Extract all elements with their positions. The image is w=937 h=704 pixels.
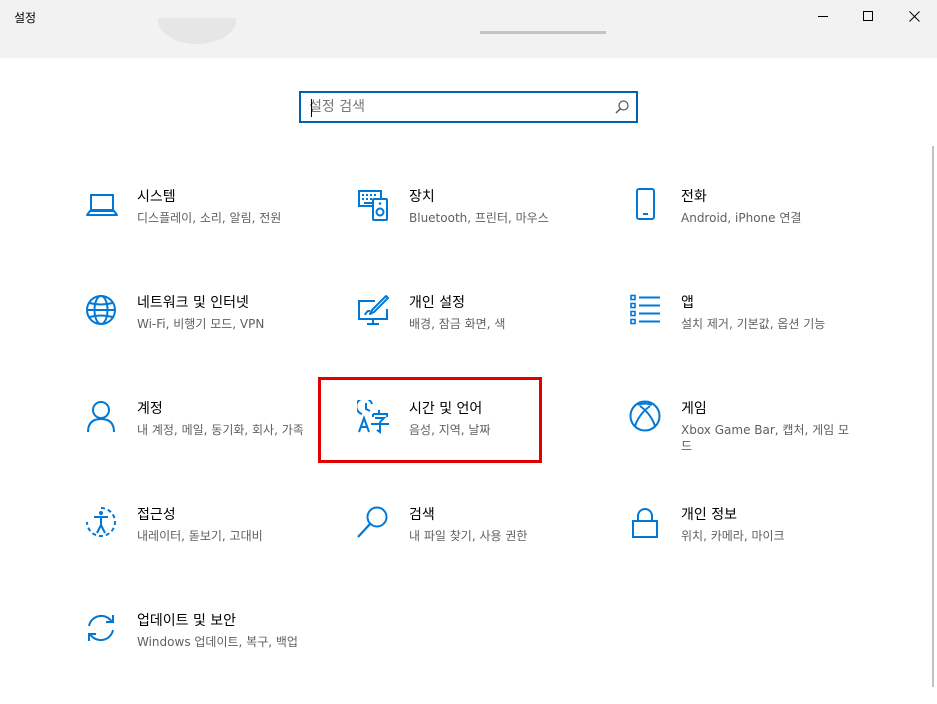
tile-title: 업데이트 및 보안 (137, 613, 237, 629)
tile-title: 접근성 (137, 507, 176, 523)
minimize-icon (817, 15, 828, 17)
time-language-icon (357, 400, 389, 434)
search-input[interactable] (309, 97, 609, 117)
settings-window: 설정 시스템 디스플레이, 소리, 알림, 전원 (0, 0, 937, 704)
tile-phone[interactable]: 전화 Android, iPhone 연결 (629, 188, 879, 278)
title-bar: 설정 (0, 0, 937, 58)
tile-description: 배경, 잠금 화면, 색 (409, 317, 506, 331)
tile-description: 디스플레이, 소리, 알림, 전원 (137, 211, 282, 225)
personalization-icon (358, 295, 389, 325)
tile-title: 계정 (137, 401, 163, 417)
minimize-button[interactable] (800, 0, 846, 32)
tile-ease-of-access[interactable]: 접근성 내레이터, 돋보기, 고대비 (85, 506, 335, 596)
tile-title: 네트워크 및 인터넷 (137, 295, 249, 311)
tile-title: 시스템 (137, 189, 176, 205)
scrollbar[interactable] (932, 146, 934, 687)
text-cursor (311, 99, 312, 117)
maximize-icon (862, 10, 873, 21)
tile-title: 장치 (409, 189, 435, 205)
xbox-icon (629, 400, 661, 432)
tile-personalization[interactable]: 개인 설정 배경, 잠금 화면, 색 (357, 294, 607, 384)
tile-description: Android, iPhone 연결 (681, 211, 802, 225)
settings-search-box[interactable] (299, 91, 638, 123)
tile-description: 위치, 카메라, 마이크 (681, 529, 785, 543)
search-icon (357, 506, 388, 538)
update-icon (88, 614, 114, 642)
tile-privacy[interactable]: 개인 정보 위치, 카메라, 마이크 (629, 506, 879, 596)
tile-description: 내레이터, 돋보기, 고대비 (137, 529, 263, 543)
close-icon (908, 10, 920, 22)
tile-devices[interactable]: 장치 Bluetooth, 프린터, 마우스 (357, 188, 607, 278)
tile-accounts[interactable]: 계정 내 계정, 메일, 동기화, 회사, 가족 (85, 400, 335, 490)
tile-description: Xbox Game Bar, 캡처, 게임 모드 (681, 423, 850, 453)
tile-search[interactable]: 검색 내 파일 찾기, 사용 권한 (357, 506, 607, 596)
maximize-button[interactable] (845, 0, 891, 32)
laptop-icon (86, 194, 118, 216)
tile-apps[interactable]: 앱 설치 제거, 기본값, 옵션 기능 (629, 294, 879, 384)
tile-title: 시간 및 언어 (409, 401, 483, 417)
tile-update-security[interactable]: 업데이트 및 보안 Windows 업데이트, 복구, 백업 (85, 612, 335, 702)
person-icon (87, 401, 115, 433)
ease-of-access-icon (86, 507, 116, 537)
tile-title: 앱 (681, 295, 694, 311)
tile-description: 내 계정, 메일, 동기화, 회사, 가족 (137, 423, 304, 437)
close-button[interactable] (891, 0, 937, 32)
globe-icon (86, 295, 116, 325)
header-decoration (158, 18, 236, 44)
tile-title: 개인 설정 (409, 295, 465, 311)
tile-description: 음성, 지역, 날짜 (409, 423, 491, 437)
tile-gaming[interactable]: 게임 Xbox Game Bar, 캡처, 게임 모드 (629, 400, 879, 490)
window-title: 설정 (14, 11, 37, 25)
tile-description: Wi-Fi, 비행기 모드, VPN (137, 317, 265, 331)
tile-time-language[interactable]: 시간 및 언어 음성, 지역, 날짜 (357, 400, 607, 490)
tile-system[interactable]: 시스템 디스플레이, 소리, 알림, 전원 (85, 188, 335, 278)
tile-description: 설치 제거, 기본값, 옵션 기능 (681, 317, 826, 331)
phone-icon (636, 188, 655, 220)
tile-title: 개인 정보 (681, 507, 737, 523)
tile-title: 게임 (681, 401, 707, 417)
header-decoration-bar (480, 31, 606, 34)
tile-description: Windows 업데이트, 복구, 백업 (137, 635, 298, 649)
devices-icon (358, 190, 388, 221)
lock-icon (632, 508, 658, 538)
tile-description: 내 파일 찾기, 사용 권한 (409, 529, 528, 543)
tile-title: 검색 (409, 507, 435, 523)
apps-list-icon (630, 294, 660, 325)
tile-description: Bluetooth, 프린터, 마우스 (409, 211, 549, 225)
magnifier-icon[interactable] (615, 100, 629, 114)
tile-title: 전화 (681, 189, 707, 205)
tile-network[interactable]: 네트워크 및 인터넷 Wi-Fi, 비행기 모드, VPN (85, 294, 335, 384)
